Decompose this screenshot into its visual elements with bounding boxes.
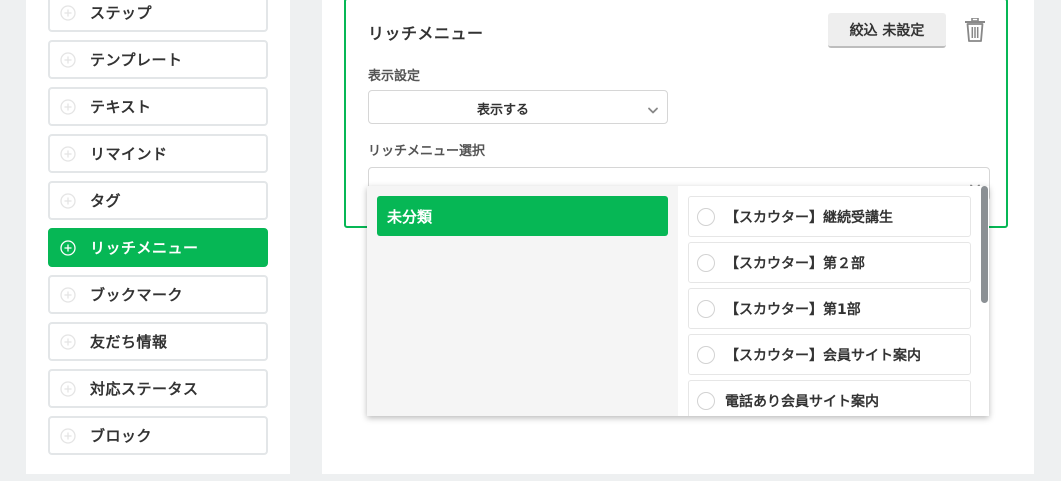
- rich-menu-dropdown: 未分類 【スカウター】継続受講生 【スカウター】第２部 【スカウター】第1部 【…: [367, 186, 989, 416]
- action-item-label: ブックマーク: [90, 286, 184, 304]
- plus-circle-icon: [60, 4, 76, 21]
- plus-circle-icon: [60, 51, 76, 68]
- action-item-label: タグ: [90, 192, 122, 210]
- rich-menu-list: 【スカウター】継続受講生 【スカウター】第２部 【スカウター】第1部 【スカウタ…: [688, 196, 972, 416]
- action-item-tag[interactable]: タグ: [48, 181, 268, 220]
- plus-circle-icon: [60, 239, 76, 256]
- radio-icon[interactable]: [697, 391, 715, 410]
- radio-icon[interactable]: [697, 253, 715, 272]
- action-panel: ステップ テンプレート テキスト リマインド タグ リッチメニュー ブックマーク…: [26, 0, 290, 474]
- action-item-label: 対応ステータス: [90, 380, 199, 398]
- plus-circle-icon: [60, 427, 76, 444]
- card-title: リッチメニュー: [368, 24, 484, 43]
- rich-menu-option[interactable]: 電話あり会員サイト案内: [688, 380, 971, 416]
- category-item-uncategorized[interactable]: 未分類: [377, 196, 668, 236]
- action-item-block[interactable]: ブロック: [48, 416, 268, 455]
- rich-menu-option-label: 電話あり会員サイト案内: [725, 393, 879, 410]
- chevron-down-icon: [647, 101, 659, 114]
- action-item-label: テキスト: [90, 98, 152, 116]
- action-item-label: ステップ: [90, 4, 153, 22]
- action-item-label: テンプレート: [90, 51, 183, 69]
- plus-circle-icon: [60, 286, 76, 303]
- rich-menu-option[interactable]: 【スカウター】第２部: [688, 242, 971, 283]
- radio-icon[interactable]: [697, 299, 715, 318]
- radio-icon[interactable]: [697, 207, 715, 226]
- plus-circle-icon: [60, 380, 76, 397]
- action-item-status[interactable]: 対応ステータス: [48, 369, 268, 408]
- action-item-text[interactable]: テキスト: [48, 87, 268, 126]
- rich-menu-option-label: 【スカウター】会員サイト案内: [725, 347, 921, 364]
- rich-menu-option-label: 【スカウター】継続受講生: [725, 209, 893, 226]
- display-setting-select[interactable]: 表示する: [368, 90, 668, 124]
- rich-menu-option[interactable]: 【スカウター】会員サイト案内: [688, 334, 971, 375]
- action-item-label: リッチメニュー: [90, 239, 199, 257]
- dropdown-scrollbar[interactable]: [981, 186, 988, 303]
- rich-menu-option-label: 【スカウター】第２部: [725, 255, 865, 272]
- rich-menu-option[interactable]: 【スカウター】第1部: [688, 288, 971, 329]
- rich-menu-option[interactable]: 【スカウター】継続受講生: [688, 196, 971, 237]
- action-item-template[interactable]: テンプレート: [48, 40, 268, 79]
- display-setting-value: 表示する: [476, 103, 529, 118]
- plus-circle-icon: [60, 192, 76, 209]
- trash-icon[interactable]: [964, 17, 986, 42]
- radio-icon[interactable]: [697, 345, 715, 364]
- action-item-rich-menu[interactable]: リッチメニュー: [48, 228, 268, 267]
- action-item-remind[interactable]: リマインド: [48, 134, 268, 173]
- rich-menu-select-label: リッチメニュー選択: [368, 144, 486, 159]
- action-item-label: ブロック: [90, 427, 153, 445]
- plus-circle-icon: [60, 145, 76, 162]
- rich-menu-option-label: 【スカウター】第1部: [725, 301, 861, 318]
- plus-circle-icon: [60, 333, 76, 350]
- action-item-label: リマインド: [90, 145, 168, 163]
- plus-circle-icon: [60, 98, 76, 115]
- action-item-friend-info[interactable]: 友だち情報: [48, 322, 268, 361]
- action-item-step[interactable]: ステップ: [48, 0, 268, 32]
- display-setting-label: 表示設定: [368, 69, 421, 84]
- filter-button[interactable]: 絞込 未設定: [828, 13, 946, 48]
- action-list: ステップ テンプレート テキスト リマインド タグ リッチメニュー ブックマーク…: [48, 0, 268, 463]
- action-item-bookmark[interactable]: ブックマーク: [48, 275, 268, 314]
- action-item-label: 友だち情報: [90, 333, 168, 351]
- category-list: 未分類: [367, 186, 678, 416]
